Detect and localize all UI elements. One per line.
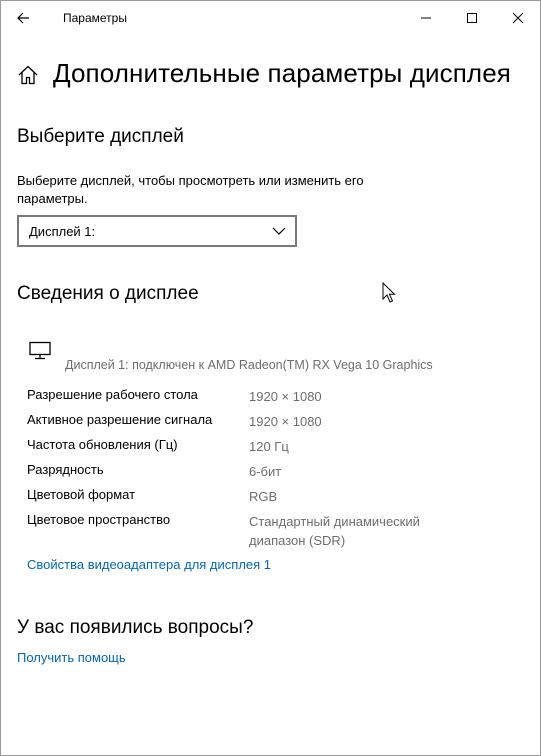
info-value: 1920 × 1080 [249,389,322,404]
info-value: RGB [249,489,278,504]
window-title: Параметры [63,11,127,25]
minimize-button[interactable] [403,1,449,35]
get-help-link[interactable]: Получить помощь [17,650,126,665]
info-value: 120 Гц [249,439,289,454]
info-label: Разрядность [27,462,104,477]
info-value: Стандартный динамический диапазон (SDR) [249,514,420,548]
select-display-description: Выберите дисплей, чтобы просмотреть или … [17,173,364,206]
back-button[interactable] [9,5,41,31]
title-bar: Параметры [1,1,540,35]
info-label: Цветовое пространство [27,512,171,527]
info-value: 1920 × 1080 [249,414,322,429]
display-info-heading: Сведения о дисплее [17,283,199,304]
home-button[interactable] [17,64,39,86]
dropdown-selected-value: Дисплей 1: [29,224,96,239]
close-icon [512,12,524,24]
page-title: Дополнительные параметры дисплея [53,58,511,88]
settings-window: Параметры Дополнительные параметры диспл… [0,0,541,756]
info-label: Цветовой формат [27,487,136,502]
maximize-icon [467,13,477,23]
close-button[interactable] [495,1,540,35]
info-value: 6-бит [249,464,282,479]
mouse-pointer-icon [382,282,396,303]
info-label: Частота обновления (Гц) [27,437,178,452]
questions-heading: У вас появились вопросы? [17,617,254,638]
info-label: Активное разрешение сигнала [27,412,213,427]
select-display-heading: Выберите дисплей [17,126,184,147]
monitor-icon [29,341,51,360]
chevron-down-icon [272,227,286,235]
display-connection-caption: Дисплей 1: подключен к AMD Radeon(TM) RX… [65,358,433,372]
home-icon [18,65,38,85]
info-label: Разрешение рабочего стола [27,387,198,402]
adapter-properties-link[interactable]: Свойства видеоадаптера для дисплея 1 [27,557,271,572]
minimize-icon [421,17,431,19]
display-select-dropdown[interactable]: Дисплей 1: [17,215,297,247]
back-arrow-icon [17,12,29,24]
maximize-button[interactable] [449,1,495,35]
